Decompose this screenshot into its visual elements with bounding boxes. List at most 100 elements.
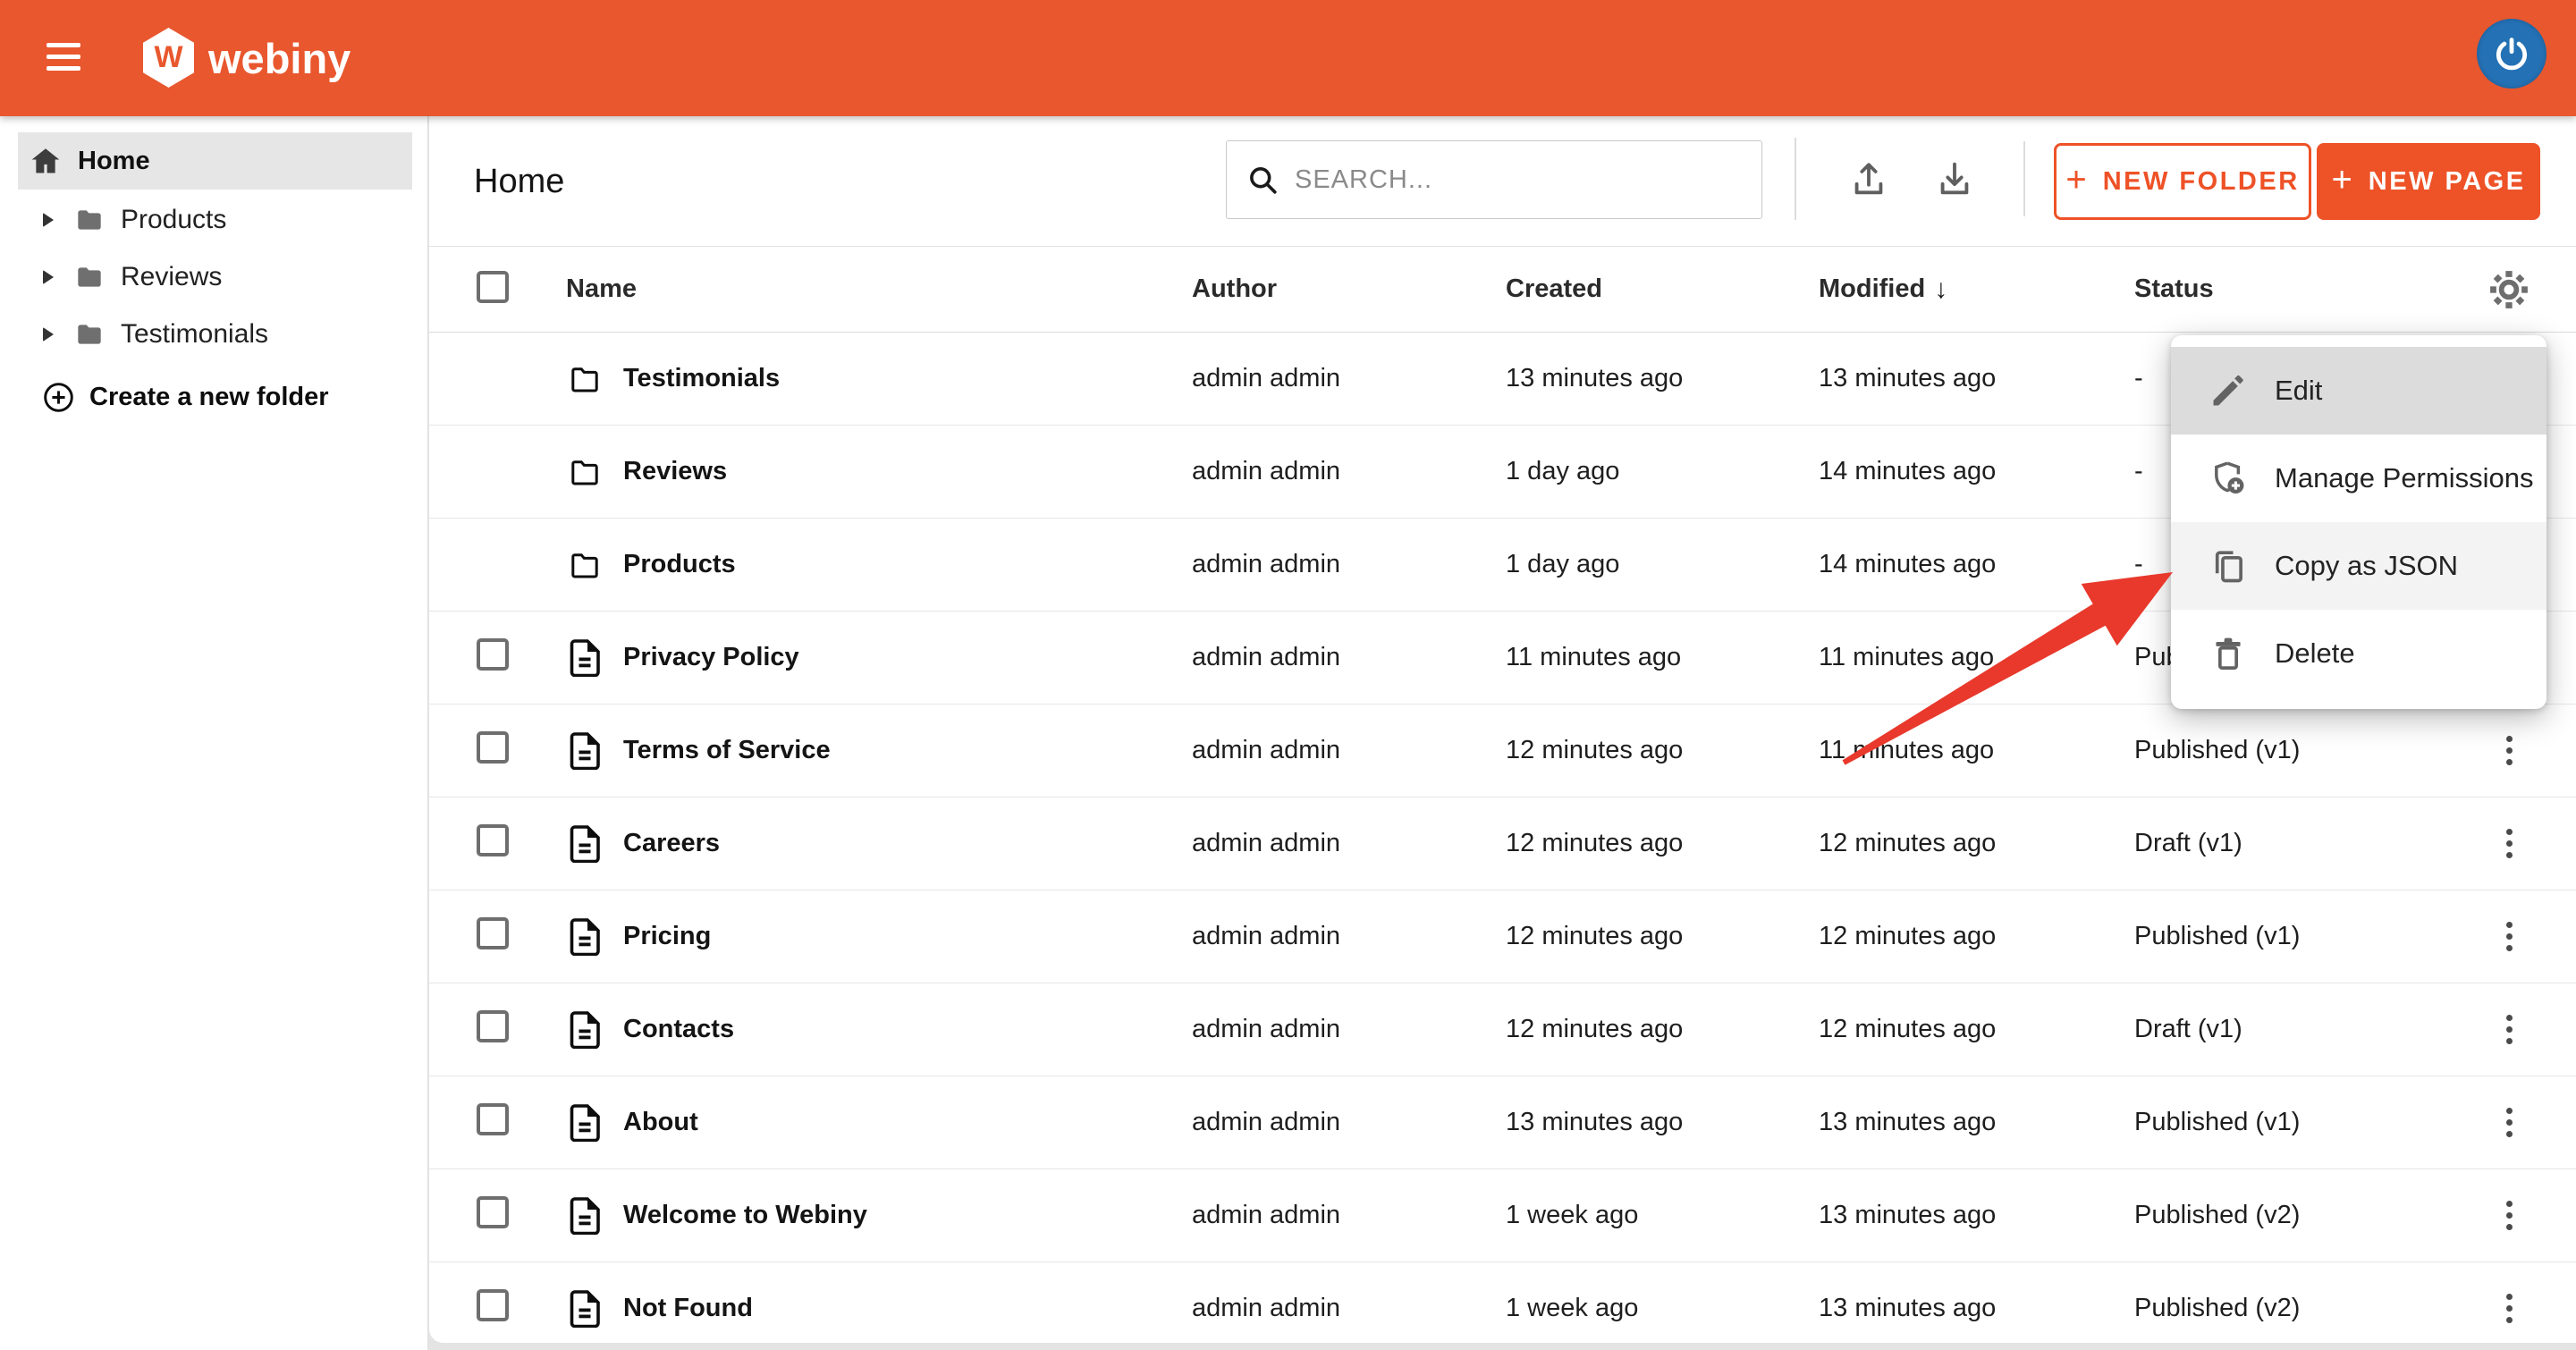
row-checkbox[interactable] (477, 1103, 509, 1135)
folder-tree: Products Reviews Testimonials (0, 191, 428, 363)
sidebar-home-label: Home (78, 147, 150, 176)
chevron-right-icon[interactable] (43, 327, 54, 342)
row-name: Privacy Policy (623, 643, 799, 672)
folder-icon (566, 544, 604, 586)
row-created: 11 minutes ago (1506, 643, 1819, 672)
table-row[interactable]: Contactsadmin admin12 minutes ago12 minu… (429, 983, 2576, 1076)
column-header-created[interactable]: Created (1506, 274, 1819, 304)
row-status: Draft (v1) (2134, 1015, 2442, 1044)
column-header-author[interactable]: Author (1192, 274, 1506, 304)
row-author: admin admin (1192, 1201, 1506, 1230)
search-box[interactable] (1226, 140, 1762, 219)
user-avatar[interactable] (2477, 19, 2546, 89)
new-page-button[interactable]: + NEW PAGE (2317, 143, 2540, 220)
row-actions-menu-button[interactable] (2499, 1101, 2520, 1144)
new-folder-button[interactable]: + NEW FOLDER (2054, 143, 2311, 220)
sort-desc-icon[interactable]: ↓ (1934, 274, 1947, 305)
folder-icon (566, 451, 604, 493)
table-row[interactable]: Aboutadmin admin13 minutes ago13 minutes… (429, 1076, 2576, 1169)
row-checkbox[interactable] (477, 1289, 509, 1321)
row-actions-menu-button[interactable] (2499, 729, 2520, 772)
row-modified: 14 minutes ago (1819, 550, 2134, 579)
page-icon (566, 637, 604, 679)
row-name: Careers (623, 829, 720, 858)
row-actions-menu-button[interactable] (2499, 915, 2520, 958)
page-icon (566, 916, 604, 958)
row-checkbox[interactable] (477, 1010, 509, 1042)
table-row[interactable]: Careersadmin admin12 minutes ago12 minut… (429, 797, 2576, 890)
row-name: Contacts (623, 1015, 734, 1044)
row-actions-menu-button[interactable] (2499, 822, 2520, 865)
row-status: Published (v2) (2134, 1201, 2442, 1230)
row-modified: 12 minutes ago (1819, 922, 2134, 951)
row-checkbox[interactable] (477, 824, 509, 856)
row-author: admin admin (1192, 829, 1506, 858)
row-author: admin admin (1192, 1015, 1506, 1044)
row-created: 12 minutes ago (1506, 1015, 1819, 1044)
folder-label: Testimonials (121, 319, 268, 350)
table-row[interactable]: Terms of Serviceadmin admin12 minutes ag… (429, 705, 2576, 797)
table-header: Name Author Created Modified ↓ Status (429, 247, 2576, 333)
page-icon (566, 1195, 604, 1236)
column-header-status[interactable]: Status (2134, 274, 2442, 304)
menu-item-delete[interactable]: Delete (2171, 610, 2546, 697)
sidebar-item-reviews[interactable]: Reviews (0, 249, 428, 306)
menu-item-label: Delete (2275, 637, 2355, 670)
row-checkbox[interactable] (477, 1196, 509, 1228)
row-created: 12 minutes ago (1506, 736, 1819, 765)
import-pages-button[interactable] (1842, 152, 1896, 206)
new-folder-label: NEW FOLDER (2103, 167, 2300, 197)
table-settings-gear-icon[interactable] (2488, 269, 2530, 310)
toolbar-divider (2023, 141, 2025, 216)
row-checkbox[interactable] (477, 917, 509, 949)
row-checkbox[interactable] (477, 731, 509, 764)
menu-item-manage-permissions[interactable]: Manage Permissions (2171, 435, 2546, 522)
select-all-checkbox[interactable] (477, 271, 509, 303)
page-icon (566, 1102, 604, 1143)
sidebar-item-products[interactable]: Products (0, 191, 428, 249)
row-modified: 11 minutes ago (1819, 643, 2134, 672)
row-author: admin admin (1192, 643, 1506, 672)
toolbar-divider (1795, 138, 1796, 220)
menu-item-edit[interactable]: Edit (2171, 347, 2546, 435)
chevron-right-icon[interactable] (43, 270, 54, 284)
row-modified: 11 minutes ago (1819, 736, 2134, 765)
folder-icon (72, 206, 107, 234)
folder-label: Reviews (121, 262, 222, 292)
create-new-folder-button[interactable]: Create a new folder (0, 368, 428, 426)
row-actions-menu-button[interactable] (2499, 1008, 2520, 1051)
row-author: admin admin (1192, 1294, 1506, 1323)
row-name: Not Found (623, 1294, 753, 1323)
column-header-name[interactable]: Name (566, 274, 1192, 304)
row-created: 1 week ago (1506, 1294, 1819, 1323)
row-created: 1 day ago (1506, 457, 1819, 486)
row-actions-menu-button[interactable] (2499, 1194, 2520, 1237)
row-context-menu: Edit Manage Permissions Copy as JSON (2171, 335, 2546, 709)
chevron-right-icon[interactable] (43, 213, 54, 227)
folder-icon (72, 320, 107, 349)
table-row[interactable]: Pricingadmin admin12 minutes ago12 minut… (429, 890, 2576, 983)
row-actions-menu-button[interactable] (2499, 1287, 2520, 1330)
row-created: 1 day ago (1506, 550, 1819, 579)
row-name: Products (623, 550, 736, 579)
row-checkbox[interactable] (477, 638, 509, 671)
search-input[interactable] (1295, 165, 1724, 195)
export-pages-button[interactable] (1928, 152, 1981, 206)
column-header-modified[interactable]: Modified ↓ (1819, 274, 2134, 305)
sidebar: Home Products Reviews Testimonials (0, 116, 428, 1350)
sidebar-item-testimonials[interactable]: Testimonials (0, 306, 428, 363)
menu-item-copy-as-json[interactable]: Copy as JSON (2171, 522, 2546, 610)
hamburger-menu-button[interactable] (46, 43, 82, 73)
menu-item-label: Manage Permissions (2275, 462, 2533, 494)
sidebar-item-home[interactable]: Home (18, 132, 412, 190)
row-name: Welcome to Webiny (623, 1201, 867, 1230)
top-app-bar: W webiny (0, 0, 2576, 116)
webiny-logo-icon: W (143, 28, 194, 88)
search-icon (1246, 164, 1279, 196)
row-status: Draft (v1) (2134, 829, 2442, 858)
row-author: admin admin (1192, 550, 1506, 579)
row-modified: 13 minutes ago (1819, 364, 2134, 393)
table-row[interactable]: Welcome to Webinyadmin admin1 week ago13… (429, 1169, 2576, 1262)
row-modified: 12 minutes ago (1819, 829, 2134, 858)
table-row[interactable]: Not Foundadmin admin1 week ago13 minutes… (429, 1262, 2576, 1343)
